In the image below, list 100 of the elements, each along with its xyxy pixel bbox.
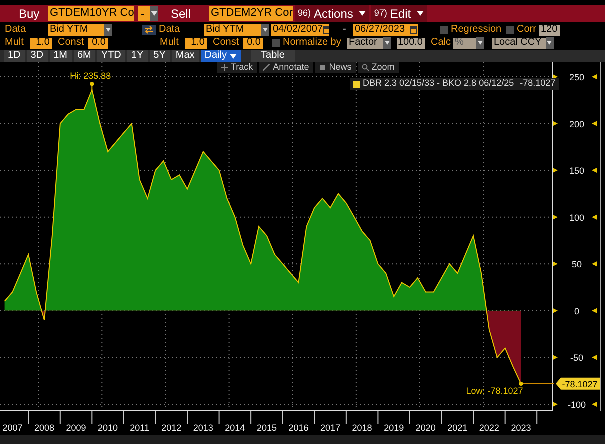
- tick-mark-icon: [553, 214, 558, 220]
- tick-mark-icon: [592, 214, 597, 220]
- const-field[interactable]: 0.0: [88, 38, 108, 48]
- chart-tool-button[interactable]: Zoom: [358, 62, 399, 73]
- menu-button[interactable]: 97) Edit: [371, 5, 428, 22]
- field-label: Mult: [5, 38, 25, 48]
- field-label: Data: [5, 25, 28, 35]
- menu-button[interactable]: 96) Actions: [295, 5, 370, 22]
- tick-mark-icon: [592, 121, 597, 126]
- axis-label: 2011: [130, 423, 150, 433]
- tick-mark-icon: [592, 74, 597, 80]
- field-label: Mult: [160, 38, 180, 48]
- security-field[interactable]: GTDEM2YR Cor: [209, 6, 293, 21]
- axis-label: 2013: [193, 423, 214, 433]
- low-label: Low: -78.1027: [466, 386, 524, 396]
- period-tab[interactable]: 5Y: [150, 50, 170, 62]
- axis-label: 100: [569, 212, 585, 223]
- period-tab[interactable]: 1D: [4, 50, 25, 62]
- checkbox[interactable]: [272, 39, 280, 47]
- marker-dot-icon: [90, 82, 94, 86]
- sell-label: Sell: [171, 8, 192, 20]
- pen-line-icon: [263, 64, 270, 71]
- axis-label: 50: [572, 260, 582, 270]
- field-label: Normalize by: [283, 38, 342, 48]
- period-tab[interactable]: 1M: [50, 50, 72, 62]
- corr-field[interactable]: 120: [539, 24, 560, 36]
- square-icon: [319, 64, 326, 71]
- period-tab[interactable]: YTD: [97, 50, 126, 62]
- axis-label: 2015: [256, 423, 277, 433]
- data-dropdown[interactable]: Bid YTM: [48, 24, 112, 36]
- crosshair-icon: [221, 64, 228, 71]
- chart-tool-button[interactable]: News: [315, 62, 356, 73]
- last-value-badge: -78.1027: [556, 378, 600, 390]
- axis-label: -100: [568, 400, 586, 410]
- data-dropdown[interactable]: Bid YTM: [204, 24, 269, 36]
- axis-label: 200: [569, 119, 585, 130]
- axis-label: 2023: [511, 423, 532, 433]
- buy-label: Buy: [19, 8, 41, 20]
- period-tab[interactable]: Daily: [200, 50, 242, 62]
- const-field[interactable]: 0.0: [243, 38, 263, 48]
- axis-label: 0: [574, 306, 580, 316]
- normalize-dropdown[interactable]: Factor: [347, 38, 391, 48]
- marker-dot-icon: [519, 382, 524, 386]
- tick-mark-icon: [553, 355, 558, 360]
- axis-label: 2016: [288, 423, 309, 433]
- period-tab[interactable]: 3D: [26, 50, 48, 62]
- axis-label: 2014: [225, 423, 246, 433]
- tick-mark-icon: [592, 308, 597, 314]
- axis-label: 250: [569, 72, 585, 82]
- tick-mark-icon: [592, 262, 597, 267]
- axis-label: 2022: [479, 423, 500, 433]
- swap-icon[interactable]: [142, 25, 156, 35]
- high-label: Hi: 235.88: [70, 71, 112, 82]
- axis-label: 2008: [34, 423, 54, 433]
- legend-swatch: [353, 80, 360, 88]
- tick-mark-icon: [592, 355, 597, 360]
- date-field[interactable]: 04/02/2007: [271, 24, 329, 36]
- search-icon: [362, 64, 369, 71]
- axis-label: 2021: [448, 423, 468, 433]
- date-field[interactable]: 06/27/2023: [353, 24, 418, 36]
- axis-label: -50: [570, 353, 584, 364]
- tick-mark-icon: [592, 168, 597, 174]
- caret-icon: [417, 11, 424, 16]
- axis-label: 2009: [66, 423, 86, 433]
- tick-mark-icon: [553, 308, 558, 314]
- checkbox[interactable]: [440, 26, 448, 34]
- tick-mark-icon: [592, 402, 597, 407]
- field-label: Regression: [451, 25, 503, 35]
- legend-label: DBR 2.3 02/15/33 - BKO 2.8 06/12/25: [363, 77, 514, 90]
- axis-label: 2012: [162, 423, 182, 433]
- currency-dropdown[interactable]: Local CCY: [492, 38, 554, 48]
- legend-value: -78.1027: [520, 77, 556, 90]
- axis-label: 2018: [352, 423, 372, 433]
- field-label: Data: [159, 25, 182, 35]
- caret-icon: [150, 11, 158, 16]
- period-tab[interactable]: Max: [172, 50, 199, 62]
- axis-label: 150: [569, 166, 585, 176]
- field-label: Calc: [431, 38, 452, 48]
- mult-field[interactable]: 1.0: [185, 38, 207, 48]
- axis-label: 2007: [2, 423, 23, 433]
- security-field[interactable]: GTDEM10YR Co: [48, 6, 134, 21]
- calendar-icon[interactable]: [410, 26, 417, 34]
- tick-mark-icon: [553, 402, 558, 407]
- axis-label: 2017: [320, 423, 341, 433]
- calendar-icon[interactable]: [323, 26, 329, 34]
- axis-label: 2019: [384, 423, 404, 433]
- checkbox[interactable]: [506, 26, 514, 34]
- axis-label: 2020: [416, 423, 436, 433]
- axis-label: 2010: [98, 423, 118, 433]
- chart-tool-button[interactable]: Annotate: [259, 62, 314, 73]
- leader-line: [522, 383, 554, 384]
- operator-dropdown[interactable]: -: [138, 6, 158, 21]
- date-separator: -: [343, 25, 348, 35]
- period-tab[interactable]: 6M: [74, 50, 96, 62]
- chart-tool-button[interactable]: Track: [217, 62, 258, 73]
- mult-field[interactable]: 1.0: [30, 38, 52, 48]
- factor-field[interactable]: 100.0: [397, 38, 425, 48]
- tick-mark-icon: [553, 168, 558, 174]
- period-tab[interactable]: Table: [251, 50, 295, 62]
- period-tab[interactable]: 1Y: [127, 50, 148, 62]
